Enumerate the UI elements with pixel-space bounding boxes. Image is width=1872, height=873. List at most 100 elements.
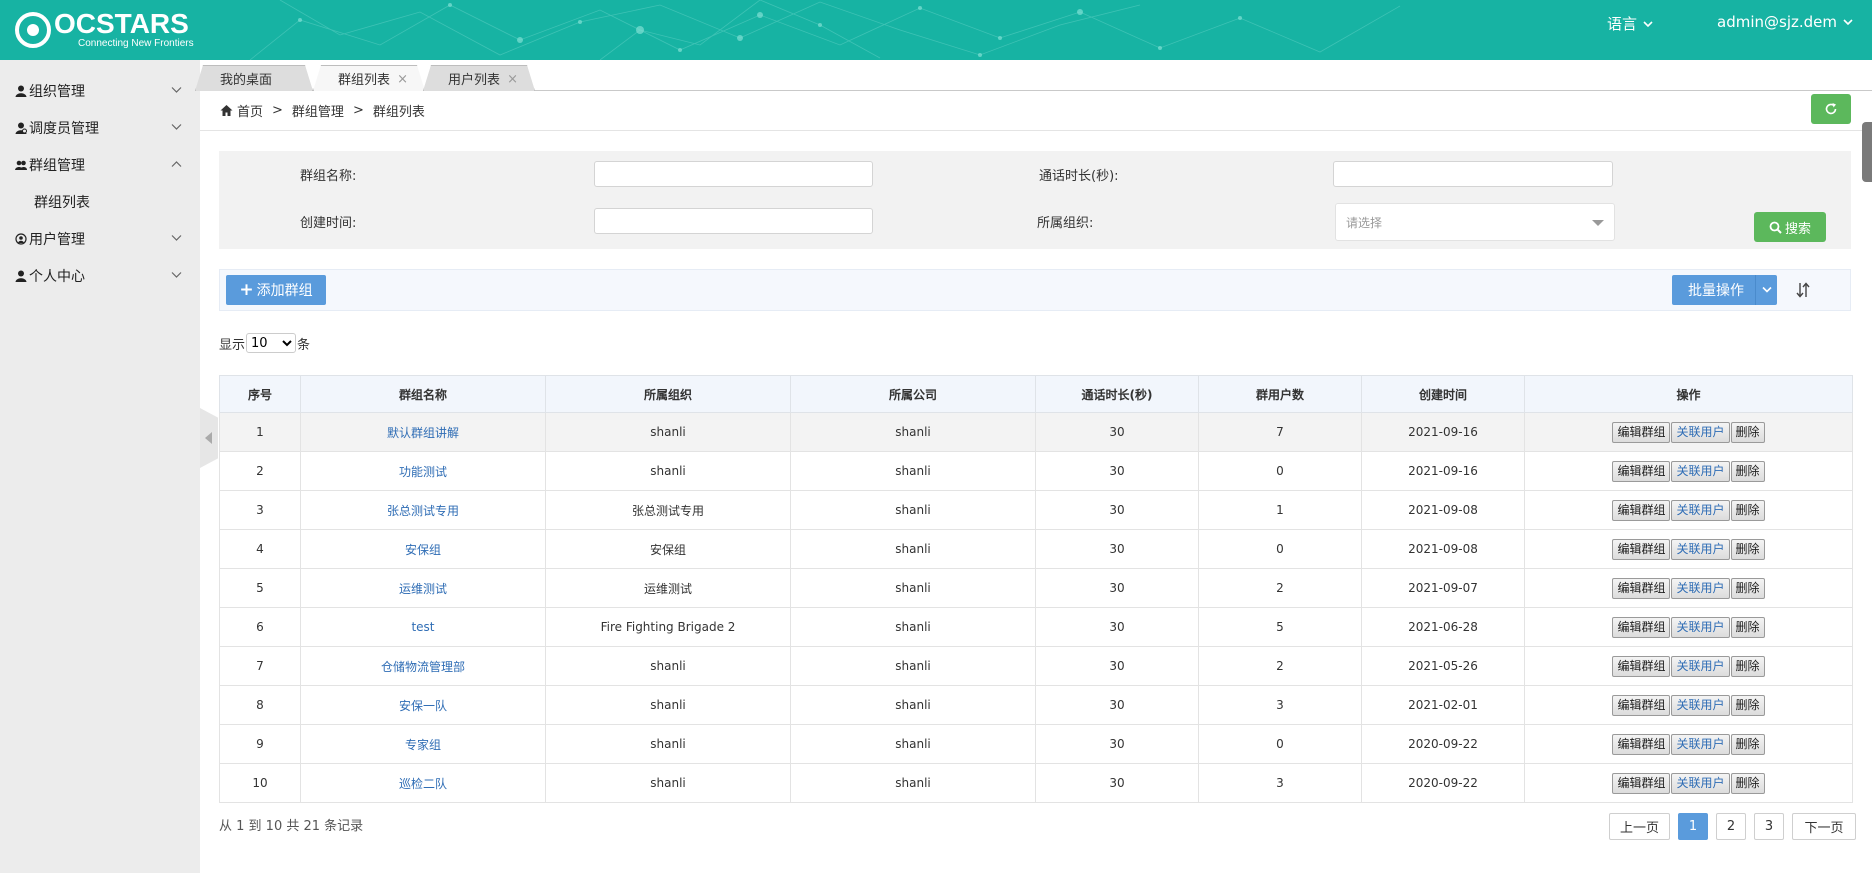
- col-header-user-count[interactable]: 群用户数: [1198, 375, 1362, 413]
- tab-user-list[interactable]: 用户列表 ×: [423, 65, 535, 91]
- table-row[interactable]: 8 安保一队 shanli shanli 30 3 2021-02-01 编辑群组 关联用户 删除: [219, 685, 1853, 725]
- edit-group-button[interactable]: 编辑群组: [1612, 772, 1671, 794]
- sidebar-item-label: 组织管理: [29, 83, 85, 100]
- edit-group-button[interactable]: 编辑群组: [1612, 460, 1671, 482]
- cell-group-name-text[interactable]: 默认群组讲解: [387, 426, 459, 440]
- sidebar-item-group[interactable]: 群组管理: [0, 146, 200, 183]
- table-row[interactable]: 2 功能测试 shanli shanli 30 0 2021-09-16 编辑群组 关联用户 删除: [219, 451, 1853, 491]
- link-users-button[interactable]: 关联用户: [1671, 499, 1730, 521]
- cell-group-name-text[interactable]: 专家组: [405, 738, 441, 752]
- cell-group-name-text[interactable]: 张总测试专用: [387, 504, 459, 518]
- col-header-created[interactable]: 创建时间: [1361, 375, 1525, 413]
- delete-button[interactable]: 删除: [1730, 460, 1765, 482]
- sort-icon[interactable]: [1795, 281, 1811, 299]
- link-users-button[interactable]: 关联用户: [1671, 616, 1730, 638]
- close-icon[interactable]: ×: [507, 72, 518, 87]
- link-users-button[interactable]: 关联用户: [1671, 733, 1730, 755]
- edit-group-button[interactable]: 编辑群组: [1612, 538, 1671, 560]
- sidebar-subitem-label: 群组列表: [34, 194, 90, 211]
- prev-page-button[interactable]: 上一页: [1609, 813, 1670, 840]
- batch-operation-button[interactable]: 批量操作: [1672, 275, 1777, 305]
- cell-company-text: shanli: [895, 620, 931, 634]
- delete-button[interactable]: 删除: [1730, 733, 1765, 755]
- table-row[interactable]: 1 默认群组讲解 shanli shanli 30 7 2021-09-16 编辑群组 关联用户…: [219, 412, 1853, 452]
- link-users-button[interactable]: 关联用户: [1671, 460, 1730, 482]
- edit-group-button[interactable]: 编辑群组: [1612, 421, 1671, 443]
- table-row[interactable]: 9 专家组 shanli shanli 30 0 2020-09-22 编辑群组 关联用户 删除: [219, 724, 1853, 764]
- col-header-no[interactable]: 序号: [219, 375, 301, 413]
- col-header-duration[interactable]: 通话时长(秒): [1035, 375, 1199, 413]
- group-name-input[interactable]: [594, 161, 873, 187]
- search-button[interactable]: 搜索: [1754, 212, 1826, 242]
- link-users-button[interactable]: 关联用户: [1671, 577, 1730, 599]
- sidebar-item-label: 个人中心: [29, 268, 85, 285]
- call-duration-input[interactable]: [1333, 161, 1613, 187]
- link-users-button[interactable]: 关联用户: [1671, 655, 1730, 677]
- next-page-button[interactable]: 下一页: [1792, 813, 1856, 840]
- delete-button[interactable]: 删除: [1730, 655, 1765, 677]
- cell-group-name-text[interactable]: 安保一队: [399, 699, 447, 713]
- edit-group-button[interactable]: 编辑群组: [1612, 499, 1671, 521]
- link-users-button[interactable]: 关联用户: [1671, 421, 1730, 443]
- cell-org-text: 运维测试: [643, 581, 692, 596]
- delete-button[interactable]: 删除: [1730, 577, 1765, 599]
- link-users-button[interactable]: 关联用户: [1671, 538, 1730, 560]
- col-header-company[interactable]: 所属公司: [790, 375, 1036, 413]
- add-group-button[interactable]: + 添加群组: [226, 275, 326, 305]
- sidebar-item-dispatcher[interactable]: 调度员管理: [0, 109, 200, 146]
- created-time-input[interactable]: [594, 208, 873, 234]
- table-row[interactable]: 7 仓储物流管理部 shanli shanli 30 2 2021-05-26 编辑群组 关联用…: [219, 646, 1853, 686]
- org-select[interactable]: 请选择: [1335, 203, 1615, 241]
- link-users-button[interactable]: 关联用户: [1671, 694, 1730, 716]
- cell-company-text: shanli: [895, 542, 931, 556]
- page-button-2[interactable]: 2: [1716, 813, 1746, 840]
- delete-button[interactable]: 删除: [1730, 694, 1765, 716]
- chevron-down-icon[interactable]: [1755, 275, 1777, 305]
- sidebar-item-org[interactable]: 组织管理: [0, 72, 200, 109]
- table-row[interactable]: 5 运维测试 运维测试 shanli 30 2 2021-09-07 编辑群组 关联用户 删除: [219, 568, 1853, 608]
- edit-group-button[interactable]: 编辑群组: [1612, 577, 1671, 599]
- breadcrumb-level1[interactable]: 群组管理: [292, 101, 344, 120]
- link-users-button[interactable]: 关联用户: [1671, 772, 1730, 794]
- logo[interactable]: OCSTARS Connecting New Frontiers: [14, 10, 194, 49]
- page-button-1[interactable]: 1: [1678, 813, 1708, 840]
- page-size-select[interactable]: 10 20 50: [246, 333, 297, 353]
- tab-desktop[interactable]: 我的桌面: [195, 65, 313, 91]
- cell-group-name-text[interactable]: 仓储物流管理部: [381, 660, 465, 674]
- tab-group-list[interactable]: 群组列表 ×: [313, 65, 425, 91]
- delete-button[interactable]: 删除: [1730, 772, 1765, 794]
- table-row[interactable]: 6 test Fire Fighting Brigade 2 shanli 30 5 202…: [219, 607, 1853, 647]
- sidebar-item-users[interactable]: 用户管理: [0, 220, 200, 257]
- refresh-button[interactable]: [1811, 94, 1851, 124]
- breadcrumb-home[interactable]: 首页: [237, 101, 263, 120]
- col-header-name[interactable]: 群组名称: [300, 375, 546, 413]
- sidebar-item-profile[interactable]: 个人中心: [0, 257, 200, 294]
- cell-company: shanli: [790, 412, 1036, 452]
- cell-group-name-text[interactable]: 安保组: [405, 543, 441, 557]
- cell-group-name-text[interactable]: 巡检二队: [399, 777, 447, 791]
- col-header-org[interactable]: 所属组织: [545, 375, 791, 413]
- sidebar-collapse-handle[interactable]: [200, 408, 218, 468]
- language-menu[interactable]: 语言: [1607, 13, 1653, 34]
- delete-button[interactable]: 删除: [1730, 421, 1765, 443]
- cell-group-name-text[interactable]: 功能测试: [399, 465, 447, 479]
- edit-group-button[interactable]: 编辑群组: [1612, 655, 1671, 677]
- edit-group-button[interactable]: 编辑群组: [1612, 694, 1671, 716]
- cell-company-text: shanli: [895, 776, 931, 790]
- cell-group-name-text[interactable]: 运维测试: [399, 582, 447, 596]
- sidebar-subitem-group-list[interactable]: 群组列表: [0, 183, 200, 220]
- table-row[interactable]: 4 安保组 安保组 shanli 30 0 2021-09-08 编辑群组 关联用户 删除: [219, 529, 1853, 569]
- edit-group-button[interactable]: 编辑群组: [1612, 616, 1671, 638]
- delete-button[interactable]: 删除: [1730, 538, 1765, 560]
- user-menu[interactable]: admin@sjz.dem: [1717, 13, 1853, 31]
- delete-button[interactable]: 删除: [1730, 499, 1765, 521]
- edit-group-button[interactable]: 编辑群组: [1612, 733, 1671, 755]
- side-widget-handle[interactable]: [1862, 122, 1872, 182]
- close-icon[interactable]: ×: [397, 72, 408, 87]
- group-table: 序号 群组名称 所属组织 所属公司 通话时长(秒) 群用户数 创建时间 操作 1…: [219, 375, 1853, 803]
- cell-group-name-text[interactable]: test: [411, 620, 434, 634]
- table-row[interactable]: 3 张总测试专用 张总测试专用 shanli 30 1 2021-09-08 编辑群组 关联用户…: [219, 490, 1853, 530]
- table-row[interactable]: 10 巡检二队 shanli shanli 30 3 2020-09-22 编辑群组 关联用户删…: [219, 763, 1853, 803]
- page-button-3[interactable]: 3: [1754, 813, 1784, 840]
- delete-button[interactable]: 删除: [1730, 616, 1765, 638]
